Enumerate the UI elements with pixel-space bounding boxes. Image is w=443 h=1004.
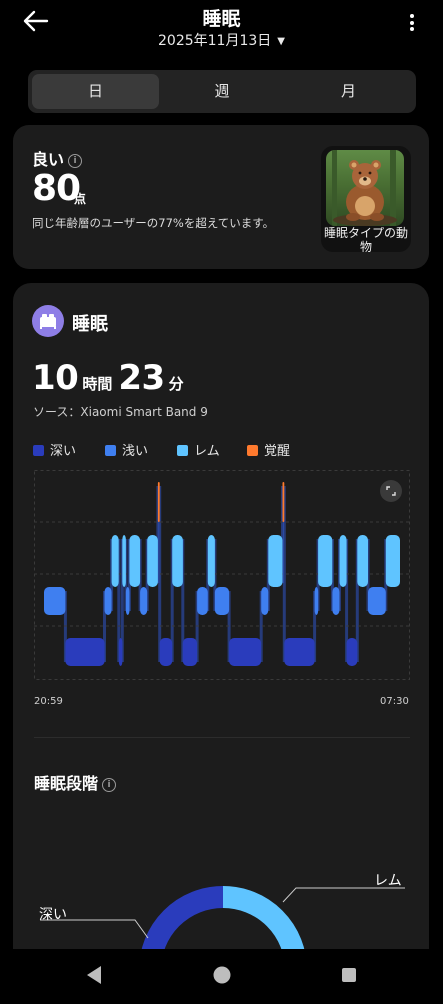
stage-segment-22	[314, 587, 319, 615]
donut-label-deep: 深い	[39, 907, 67, 923]
sleep-stages-title: 睡眠段階 i	[34, 770, 117, 794]
divider	[34, 737, 410, 738]
stage-segment-2	[104, 587, 112, 615]
animal-label: 睡眠タイプの動物	[323, 226, 408, 252]
nav-home-icon[interactable]	[213, 966, 231, 984]
expand-icon[interactable]	[380, 480, 402, 502]
stage-segment-6	[125, 587, 130, 615]
stage-segment-21	[284, 638, 315, 666]
stage-segment-28	[368, 587, 386, 615]
stage-segment-17	[229, 638, 262, 666]
stage-segment-29	[385, 535, 400, 587]
stage-segment-16	[214, 587, 230, 615]
tab-day[interactable]: 日	[32, 74, 159, 109]
stage-segment-1	[65, 638, 105, 666]
more-options-icon[interactable]	[400, 14, 424, 38]
sleep-duration: 10 時間 23 分	[32, 358, 184, 398]
app-header: 睡眠 2025年11月13日 ▼	[0, 0, 443, 60]
system-nav-bar	[0, 949, 443, 1000]
stage-segment-18	[261, 587, 269, 615]
sleep-stage-chart[interactable]	[34, 470, 410, 680]
stage-segment-26	[346, 638, 358, 666]
chart-end-time: 07:30	[380, 696, 409, 707]
stage-segment-14	[197, 587, 208, 615]
stage-segment-5	[122, 535, 126, 587]
stage-segment-20	[282, 482, 285, 522]
stage-segment-4	[118, 638, 123, 666]
stage-segment-7	[129, 535, 141, 587]
score-rating: 良い i	[32, 146, 83, 170]
stage-segment-12	[172, 535, 183, 587]
stage-segment-11	[159, 638, 173, 666]
bed-icon	[32, 305, 64, 337]
donut-label-rem: レム	[374, 873, 402, 889]
legend-rem: レム	[177, 440, 220, 459]
stage-segment-25	[339, 535, 347, 587]
stage-segment-15	[207, 535, 215, 587]
info-icon[interactable]: i	[68, 154, 83, 168]
stage-segment-0	[44, 587, 66, 615]
nav-recents-icon[interactable]	[342, 968, 356, 982]
tab-week[interactable]: 週	[159, 74, 285, 109]
score-value: 80	[32, 168, 81, 209]
score-unit: 点	[74, 192, 87, 206]
sleep-title: 睡眠	[72, 314, 108, 335]
score-description: 同じ年齢層のユーザーの77%を超えています。	[32, 216, 275, 230]
stage-segment-19	[268, 535, 283, 587]
stage-segment-23	[318, 535, 333, 587]
data-source: ソース：Xiaomi Smart Band 9	[33, 405, 208, 419]
bear-illustration	[326, 150, 404, 226]
stage-segment-3	[111, 535, 119, 587]
tab-month[interactable]: 月	[285, 74, 412, 109]
nav-back-icon[interactable]	[87, 966, 101, 984]
legend-deep: 深い	[33, 440, 76, 459]
caret-down-icon: ▼	[277, 36, 285, 47]
stage-segment-8	[140, 587, 148, 615]
chart-start-time: 20:59	[34, 696, 63, 707]
sleep-animal-tile[interactable]: 睡眠タイプの動物	[321, 146, 411, 252]
stage-segment-13	[182, 638, 197, 666]
stage-segment-24	[332, 587, 340, 615]
date-selector[interactable]: 2025年11月13日 ▼	[0, 30, 443, 50]
period-tabs: 日 週 月	[28, 70, 416, 113]
page-title: 睡眠	[202, 8, 241, 30]
info-icon[interactable]: i	[102, 778, 117, 792]
stage-segment-27	[357, 535, 368, 587]
legend-light: 浅い	[105, 440, 148, 459]
date-label: 2025年11月13日	[158, 33, 272, 49]
stage-segment-10	[157, 482, 160, 522]
stage-segment-9	[147, 535, 158, 587]
legend-awake: 覚醒	[247, 440, 290, 459]
